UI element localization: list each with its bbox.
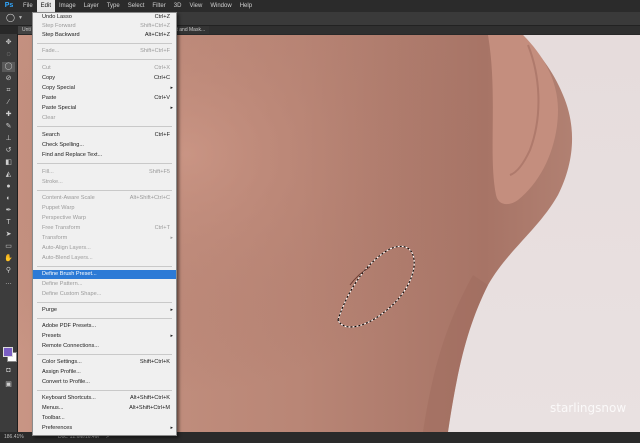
watermark: starlingsnow bbox=[550, 401, 627, 415]
menu-file[interactable]: File bbox=[19, 0, 37, 12]
menu-separator bbox=[37, 163, 172, 164]
zoom-tool-icon[interactable]: ⚲ bbox=[2, 266, 15, 276]
move-tool-icon[interactable]: ✥ bbox=[2, 38, 15, 48]
menu-item-find-replace[interactable]: Find and Replace Text... bbox=[33, 151, 176, 160]
pen-tool-icon[interactable]: ✒ bbox=[2, 206, 15, 216]
submenu-arrow-icon: ▸ bbox=[170, 425, 173, 431]
zoom-level[interactable]: 186.41% bbox=[4, 432, 24, 443]
type-tool-icon[interactable]: T bbox=[2, 218, 15, 228]
menu-edit[interactable]: Edit bbox=[36, 0, 56, 12]
edit-menu-dropdown: Undo Lasso Ctrl+Z Step Forward Shift+Ctrl+… bbox=[32, 12, 177, 436]
menu-item-color-settings[interactable]: Color Settings... Shift+Ctrl+K bbox=[33, 358, 176, 367]
menu-item-convert-to-profile[interactable]: Convert to Profile... bbox=[33, 378, 176, 387]
menu-separator bbox=[37, 354, 172, 355]
photoshop-logo: Ps bbox=[4, 2, 14, 9]
dodge-tool-icon[interactable]: ◐ bbox=[2, 194, 15, 204]
menu-item-transform[interactable]: Transform ▸ bbox=[33, 234, 176, 243]
menu-item-stroke[interactable]: Stroke... bbox=[33, 178, 176, 187]
menu-item-perspective-warp[interactable]: Perspective Warp bbox=[33, 214, 176, 223]
menu-help[interactable]: Help bbox=[236, 0, 256, 12]
menu-item-paste-special[interactable]: Paste Special ▸ bbox=[33, 104, 176, 113]
path-selection-tool-icon[interactable]: ➤ bbox=[2, 230, 15, 240]
foreground-color-swatch[interactable] bbox=[3, 347, 13, 357]
menu-bar: Ps File Edit Image Layer Type Select Fil… bbox=[0, 0, 640, 12]
menu-item-fade[interactable]: Fade... Shift+Ctrl+F bbox=[33, 47, 176, 56]
menu-item-check-spelling[interactable]: Check Spelling... bbox=[33, 141, 176, 150]
menu-item-define-brush-preset[interactable]: Define Brush Preset... bbox=[33, 270, 176, 279]
menu-item-toolbar[interactable]: Toolbar... bbox=[33, 414, 176, 423]
menu-item-define-pattern[interactable]: Define Pattern... bbox=[33, 280, 176, 289]
menu-separator bbox=[37, 302, 172, 303]
crop-tool-icon[interactable]: ⌗ bbox=[2, 86, 15, 96]
menu-separator bbox=[37, 266, 172, 267]
menu-type[interactable]: Type bbox=[103, 0, 124, 12]
menu-separator bbox=[37, 190, 172, 191]
menu-item-copy[interactable]: Copy Ctrl+C bbox=[33, 74, 176, 83]
menu-item-content-aware-scale[interactable]: Content-Aware Scale Alt+Shift+Ctrl+C bbox=[33, 194, 176, 203]
menu-separator bbox=[37, 126, 172, 127]
menu-image[interactable]: Image bbox=[55, 0, 80, 12]
menu-layer[interactable]: Layer bbox=[80, 0, 103, 12]
submenu-arrow-icon: ▸ bbox=[170, 333, 173, 339]
menu-item-step-backward[interactable]: Step Backward Alt+Ctrl+Z bbox=[33, 31, 176, 40]
menu-item-cut[interactable]: Cut Ctrl+X bbox=[33, 64, 176, 73]
eyedropper-tool-icon[interactable]: ⁄ bbox=[2, 98, 15, 108]
lasso-tool-preset-icon[interactable]: ◯ bbox=[6, 13, 16, 23]
menu-separator bbox=[37, 318, 172, 319]
menu-item-keyboard-shortcuts[interactable]: Keyboard Shortcuts... Alt+Shift+Ctrl+K bbox=[33, 394, 176, 403]
menu-filter[interactable]: Filter bbox=[148, 0, 169, 12]
history-brush-tool-icon[interactable]: ↺ bbox=[2, 146, 15, 156]
menu-window[interactable]: Window bbox=[206, 0, 235, 12]
menu-item-fill[interactable]: Fill... Shift+F5 bbox=[33, 168, 176, 177]
clone-stamp-tool-icon[interactable]: ⊥ bbox=[2, 134, 15, 144]
chevron-down-icon[interactable]: ▼ bbox=[18, 15, 23, 21]
menu-item-auto-blend[interactable]: Auto-Blend Layers... bbox=[33, 254, 176, 263]
tools-panel: ✥ ◌ ◯ ⊘ ⌗ ⁄ ✚ ✎ ⊥ ↺ ◧ ◭ ● ◐ ✒ T ➤ ▭ ✋ ⚲ … bbox=[0, 34, 18, 432]
menu-item-copy-special[interactable]: Copy Special ▸ bbox=[33, 84, 176, 93]
quick-mask-icon[interactable]: ◘ bbox=[2, 366, 15, 376]
submenu-arrow-icon: ▸ bbox=[170, 105, 173, 111]
menu-item-paste[interactable]: Paste Ctrl+V bbox=[33, 94, 176, 103]
more-tools-icon[interactable]: … bbox=[2, 278, 15, 288]
brush-tool-icon[interactable]: ✎ bbox=[2, 122, 15, 132]
menu-separator bbox=[37, 43, 172, 44]
lasso-tool-icon[interactable]: ◯ bbox=[2, 62, 15, 72]
menu-item-preferences[interactable]: Preferences ▸ bbox=[33, 424, 176, 433]
menu-item-clear[interactable]: Clear bbox=[33, 114, 176, 123]
menu-item-assign-profile[interactable]: Assign Profile... bbox=[33, 368, 176, 377]
menu-item-define-custom-shape[interactable]: Define Custom Shape... bbox=[33, 290, 176, 299]
menu-item-presets[interactable]: Presets ▸ bbox=[33, 332, 176, 341]
menu-item-undo[interactable]: Undo Lasso Ctrl+Z bbox=[33, 13, 176, 22]
blur-tool-icon[interactable]: ● bbox=[2, 182, 15, 192]
healing-brush-tool-icon[interactable]: ✚ bbox=[2, 110, 15, 120]
submenu-arrow-icon: ▸ bbox=[170, 307, 173, 313]
menu-item-remote-connections[interactable]: Remote Connections... bbox=[33, 342, 176, 351]
rectangle-tool-icon[interactable]: ▭ bbox=[2, 242, 15, 252]
menu-separator bbox=[37, 390, 172, 391]
menu-3d[interactable]: 3D bbox=[170, 0, 186, 12]
screen-mode-icon[interactable]: ▣ bbox=[2, 380, 15, 390]
menu-item-search[interactable]: Search Ctrl+F bbox=[33, 131, 176, 140]
menu-item-menus[interactable]: Menus... Alt+Shift+Ctrl+M bbox=[33, 404, 176, 413]
marquee-tool-icon[interactable]: ◌ bbox=[2, 50, 15, 60]
hand-tool-icon[interactable]: ✋ bbox=[2, 254, 15, 264]
menu-view[interactable]: View bbox=[185, 0, 206, 12]
submenu-arrow-icon: ▸ bbox=[170, 235, 173, 241]
menu-item-adobe-pdf-presets[interactable]: Adobe PDF Presets... bbox=[33, 322, 176, 331]
submenu-arrow-icon: ▸ bbox=[170, 85, 173, 91]
paint-bucket-tool-icon[interactable]: ◭ bbox=[2, 170, 15, 180]
menu-item-purge[interactable]: Purge ▸ bbox=[33, 306, 176, 315]
menu-item-step-forward[interactable]: Step Forward Shift+Ctrl+Z bbox=[33, 22, 176, 31]
menu-item-free-transform[interactable]: Free Transform Ctrl+T bbox=[33, 224, 176, 233]
quick-selection-tool-icon[interactable]: ⊘ bbox=[2, 74, 15, 84]
menu-separator bbox=[37, 59, 172, 60]
menu-select[interactable]: Select bbox=[124, 0, 149, 12]
eraser-tool-icon[interactable]: ◧ bbox=[2, 158, 15, 168]
menu-item-puppet-warp[interactable]: Puppet Warp bbox=[33, 204, 176, 213]
menu-item-auto-align[interactable]: Auto-Align Layers... bbox=[33, 244, 176, 253]
